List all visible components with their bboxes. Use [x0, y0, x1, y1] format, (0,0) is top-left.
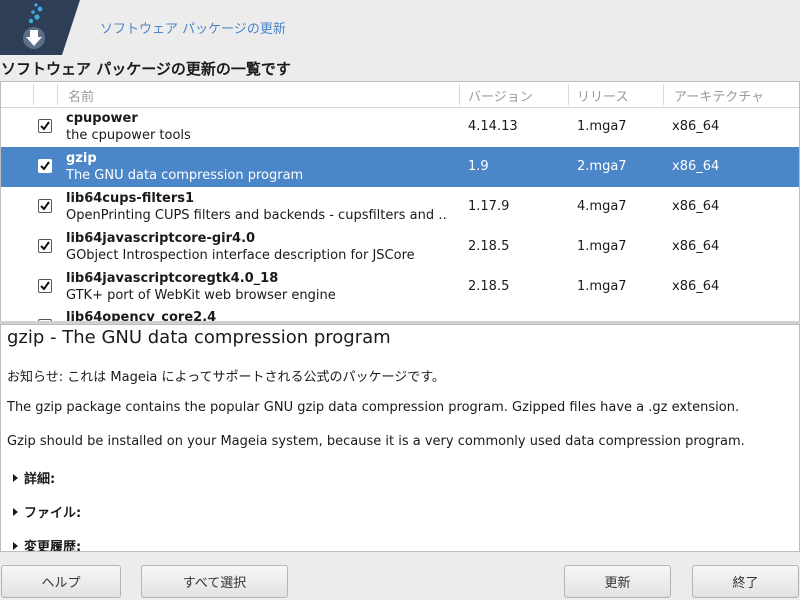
expand-triangle-icon [13, 542, 18, 550]
expander-label: ファイル: [24, 506, 82, 521]
download-arrow-icon [0, 0, 80, 55]
package-description: the cpupower tools [66, 128, 191, 143]
detail-notice: お知らせ: これは Mageia によってサポートされる公式のパッケージです。 [7, 370, 445, 385]
header: ソフトウェア パッケージの更新 [0, 0, 800, 55]
column-separator [57, 84, 58, 105]
button-bar: ヘルプ すべて選択 更新 終了 [0, 556, 800, 600]
package-arch: x86_64 [672, 239, 720, 254]
package-description: The GNU data compression program [66, 168, 304, 183]
package-version: 1.17.9 [468, 199, 510, 214]
table-row[interactable]: lib64javascriptcore-gir4.0 GObject Intro… [1, 227, 799, 267]
quit-button[interactable]: 終了 [692, 565, 799, 598]
expander-label: 変更履歴: [24, 540, 82, 552]
package-release: 1.mga7 [577, 279, 627, 294]
package-description: GTK+ port of WebKit web browser engine [66, 288, 336, 303]
package-name: cpupower [66, 111, 138, 126]
checkmark-icon [40, 201, 50, 211]
package-description: OpenPrinting CUPS filters and backends -… [66, 208, 446, 223]
table-row[interactable]: cpupower the cpupower tools 4.14.13 1.mg… [1, 107, 799, 147]
checkmark-icon [40, 241, 50, 251]
package-version: 2.18.5 [468, 239, 510, 254]
expander-changelog[interactable]: 変更履歴: [13, 536, 82, 552]
package-list[interactable]: 名前 バージョン リリース アーキテクチャ cpupower the cpupo… [0, 81, 800, 323]
table-row[interactable]: lib64cups-filters1 OpenPrinting CUPS fil… [1, 187, 799, 227]
checkbox[interactable] [38, 239, 52, 253]
update-button[interactable]: 更新 [564, 565, 671, 598]
package-arch: x86_64 [672, 119, 720, 134]
checkmark-icon [40, 161, 50, 171]
package-detail: gzip - The GNU data compression program … [0, 324, 800, 552]
checkbox[interactable] [38, 279, 52, 293]
window-title: ソフトウェア パッケージの更新 [100, 22, 286, 37]
column-header-arch[interactable]: アーキテクチャ [674, 86, 764, 105]
column-separator [568, 84, 569, 105]
package-arch: x86_64 [672, 279, 720, 294]
column-separator [663, 84, 664, 105]
package-name: gzip [66, 151, 97, 166]
package-arch: x86_64 [672, 199, 720, 214]
package-name: lib64cups-filters1 [66, 191, 195, 206]
column-header-name[interactable]: 名前 [68, 86, 94, 105]
detail-title: gzip - The GNU data compression program [7, 327, 391, 348]
table-row[interactable]: lib64javascriptcoregtk4.0_18 GTK+ port o… [1, 267, 799, 307]
checkbox[interactable] [38, 199, 52, 213]
package-version: 1.9 [468, 159, 489, 174]
package-version: 4.14.13 [468, 119, 518, 134]
checkmark-icon [40, 281, 50, 291]
package-name: lib64javascriptcoregtk4.0_18 [66, 271, 279, 286]
column-header-version[interactable]: バージョン [468, 86, 533, 105]
expander-label: 詳細: [24, 472, 56, 487]
help-button[interactable]: ヘルプ [1, 565, 121, 598]
checkmark-icon [40, 121, 50, 131]
package-release: 4.mga7 [577, 199, 627, 214]
list-header: 名前 バージョン リリース アーキテクチャ [1, 82, 799, 108]
expander-files[interactable]: ファイル: [13, 502, 81, 521]
table-row-selected[interactable]: gzip The GNU data compression program 1.… [1, 147, 799, 187]
package-description: GObject Introspection interface descript… [66, 248, 415, 263]
column-separator [459, 84, 460, 105]
package-release: 2.mga7 [577, 159, 627, 174]
detail-description: The gzip package contains the popular GN… [7, 400, 740, 415]
package-release: 1.mga7 [577, 119, 627, 134]
select-all-button[interactable]: すべて選択 [141, 565, 288, 598]
package-version: 2.18.5 [468, 279, 510, 294]
package-arch: x86_64 [672, 159, 720, 174]
expand-triangle-icon [13, 508, 18, 516]
package-name: lib64javascriptcore-gir4.0 [66, 231, 256, 246]
detail-description: Gzip should be installed on your Mageia … [7, 434, 745, 449]
expander-details[interactable]: 詳細: [13, 468, 55, 487]
page-title: ソフトウェア パッケージの更新の一覧です [1, 60, 291, 78]
expand-triangle-icon [13, 474, 18, 482]
package-release: 1.mga7 [577, 239, 627, 254]
column-header-release[interactable]: リリース [577, 86, 628, 105]
checkbox[interactable] [38, 119, 52, 133]
checkbox[interactable] [38, 159, 52, 173]
column-separator [33, 84, 34, 105]
